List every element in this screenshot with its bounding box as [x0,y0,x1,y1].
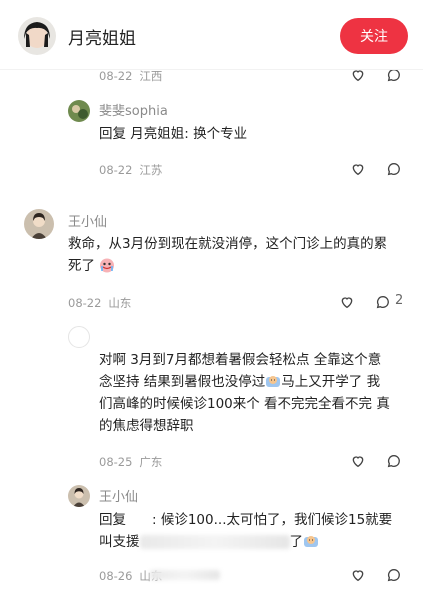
reply-username[interactable]: 斐斐sophia [99,100,168,119]
comment-date: 08-22 [99,163,133,177]
comment-text-line: 救命，从3月份到现在就没消停，这个门诊上的真的累 [68,236,388,252]
reply-text: 回复 : 候诊100...太可怕了，我们候诊15就要 叫支援 了 [99,509,409,553]
reply-button[interactable] [385,160,403,178]
comment-meta: 08-22 江西 [99,68,162,84]
comment-location: 广东 [139,455,163,469]
reply-text: 回复 月亮姐姐: 换个专业 [99,123,247,145]
comment-text: 救命，从3月份到现在就没消停，这个门诊上的真的累 死了 [68,233,408,277]
heart-icon [341,297,353,309]
comment-icon [387,454,400,468]
avatar[interactable] [68,100,90,122]
blurred-text [139,535,290,549]
comment-location: 江西 [139,69,163,83]
reply-text: 对啊 3月到7月都想着暑假会轻松点 全靠这个意 念坚持 结果到暑假也没停过 马上又… [99,349,409,437]
like-button[interactable] [349,452,367,470]
crying-emoji-icon [100,258,115,273]
comment-icon [376,295,389,309]
follow-button[interactable]: 关注 [340,18,408,54]
reply-text-line: 的焦虑得想辞职 [99,418,194,434]
like-button[interactable] [338,293,356,311]
heart-icon [352,164,364,176]
comment-item: 王小仙 救命，从3月份到现在就没消停，这个门诊上的真的累 死了 08-22 山东 … [0,204,423,314]
reply-button[interactable] [385,452,403,470]
like-button[interactable] [349,566,367,584]
comment-date: 08-22 [99,69,133,83]
comment-text-line: 死了 [68,258,95,274]
comment-date: 08-22 [68,296,102,310]
avatar[interactable] [68,326,90,348]
reply-text-line: 马上又开学了 我 [281,374,381,390]
reply-username[interactable]: 王小仙 [99,486,138,505]
comment-date: 08-25 [99,455,133,469]
avatar[interactable] [68,485,90,507]
reply-text-line: 了 [289,534,304,550]
reply-text-line: : 候诊100...太可怕了，我们候诊15就要 [152,512,393,528]
reply-button[interactable] [385,566,403,584]
reply-target[interactable]: 月亮姐姐: [130,126,189,142]
reply-button[interactable] [374,293,392,311]
reply-item: 斐斐sophia 回复 月亮姐姐: 换个专业 08-22 江苏 [0,96,423,186]
like-button[interactable] [349,160,367,178]
comment-date: 08-26 [99,569,133,583]
reply-body: 换个专业 [193,126,248,142]
reply-text-line: 念坚持 结果到暑假也没停过 [99,374,266,390]
reply-item: 王小仙 回复 : 候诊100...太可怕了，我们候诊15就要 叫支援 了 08-26… [0,482,423,592]
reply-prefix: 回复 [99,512,126,528]
comment-icon [387,162,400,176]
blurred-watermark [150,570,220,580]
comment-meta: 08-22 山东 [68,295,131,311]
profile-header: 月亮姐姐 关注 [0,0,423,70]
reply-prefix: 回复 [99,126,126,142]
author-avatar[interactable] [18,17,56,55]
reply-text-line: 对啊 3月到7月都想着暑假会轻松点 全靠这个意 [99,352,382,368]
tired-emoji-icon [304,536,318,547]
reply-text-line: 们高峰的时候候诊100来个 看不完完全看不完 真 [99,396,390,412]
avatar[interactable] [24,209,54,239]
comment-meta: 08-25 广东 [99,454,162,470]
comment-icon [387,568,400,582]
reply-text-line: 叫支援 [99,534,140,550]
heart-icon [352,456,364,468]
comment-location: 江苏 [139,163,163,177]
reply-count[interactable]: 2 [395,293,403,308]
comment-meta: 08-22 江苏 [99,162,162,178]
author-name[interactable]: 月亮姐姐 [68,24,136,49]
comment-username[interactable]: 王小仙 [68,211,107,230]
reply-item: 对啊 3月到7月都想着暑假会轻松点 全靠这个意 念坚持 结果到暑假也没停过 马上又… [0,320,423,470]
heart-icon [352,570,364,582]
comment-location: 山东 [108,296,132,310]
tired-emoji-icon [266,376,281,387]
